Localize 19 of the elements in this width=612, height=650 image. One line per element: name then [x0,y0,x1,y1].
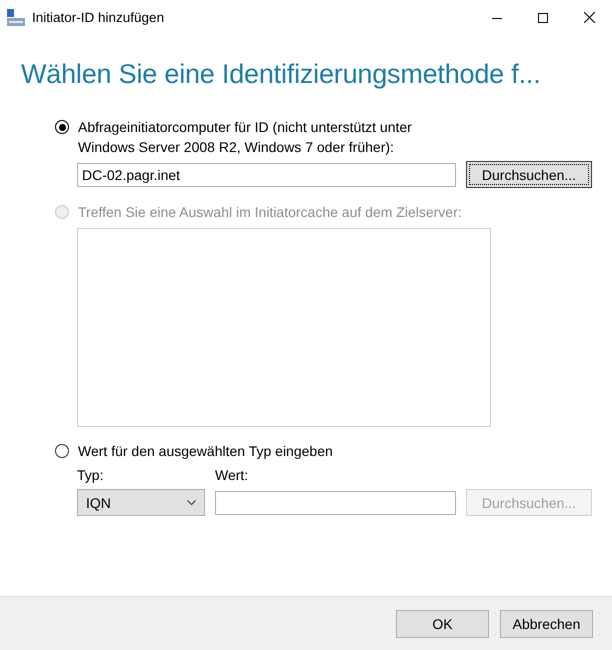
close-icon [584,12,594,23]
type-dropdown[interactable]: IQN [77,489,206,516]
browse-button[interactable]: Durchsuchen... [466,161,592,188]
cancel-button[interactable]: Abbrechen [500,610,593,638]
type-label: Typ: [77,467,104,483]
option-label: Abfrageinitiatorcomputer für ID (nicht unterstützt unter Windows Server 2008 R2, Windows 7 oder früher): [78,118,413,157]
host-field[interactable]: DC-02.pagr.inet [77,162,456,186]
option-label: Wert für den ausgewählten Typ eingeben [78,442,334,461]
value-field[interactable] [215,490,456,514]
ok-button[interactable]: OK [396,610,489,638]
value-label: Wert: [215,467,248,483]
maximize-icon [538,12,548,22]
option-label: Treffen Sie eine Auswahl im Initiatorcache auf dem Zielserver: [78,203,463,222]
radio-button[interactable] [55,120,69,134]
server-icon [6,8,26,28]
window-title: Initiator-ID hinzufügen [32,10,166,25]
dialog-heading: Wählen Sie eine Identifizierungsmethode f... [21,59,542,90]
chevron-icon [187,500,196,506]
radio-button[interactable] [55,444,69,458]
